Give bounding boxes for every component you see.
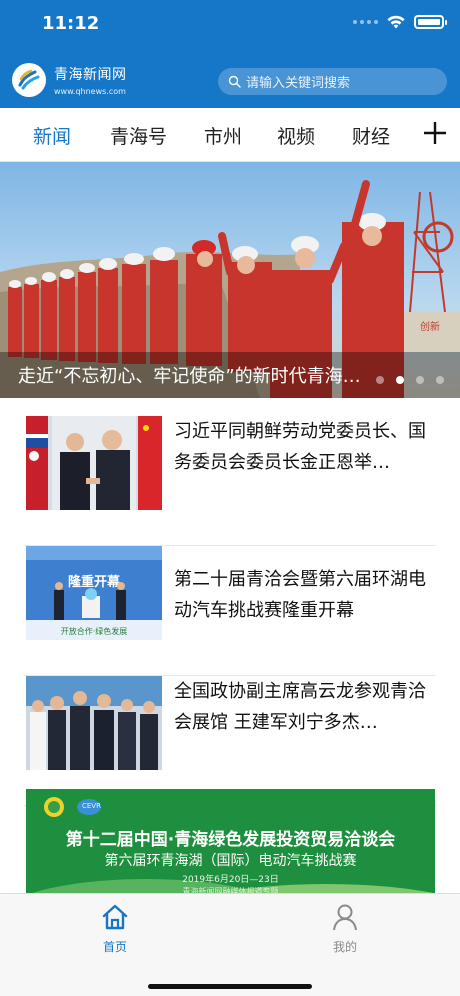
pager-dot[interactable] (416, 376, 424, 384)
news-title: 第二十届青洽会暨第六届环湖电动汽车挑战赛隆重开幕 (174, 569, 426, 621)
tab-qinghai-hao[interactable]: 青海号 (110, 122, 167, 149)
wifi-icon (387, 15, 405, 29)
tab-cities[interactable]: 市州 (204, 122, 242, 149)
screen: 11:12 青海新闻网 www.qhnews.com 请输入关键词搜索 新闻 青… (0, 0, 460, 996)
news-image (26, 676, 162, 770)
banner-pager (376, 376, 444, 384)
news-item[interactable]: 全国政协副主席高云龙参观青洽会展馆 王建军刘宁多杰… (24, 676, 436, 806)
brand: 青海新闻网 www.qhnews.com (54, 64, 127, 96)
home-indicator (148, 984, 312, 989)
nav-home-label: 首页 (102, 940, 127, 954)
search-placeholder: 请输入关键词搜索 (246, 76, 351, 91)
news-image: 隆重开幕 开放合作·绿色发展 (26, 546, 162, 640)
banner-sign-text: 创新 (420, 320, 440, 333)
nav-home[interactable]: 首页 (75, 902, 155, 955)
nav-mine-label: 我的 (332, 940, 357, 954)
promo-title: 第十二届中国·青海绿色发展投资贸易洽谈会 (65, 830, 396, 850)
brand-url: www.qhnews.com (54, 87, 126, 96)
brand-name: 青海新闻网 (54, 67, 127, 83)
news-thumbnail (26, 416, 162, 510)
pager-dot[interactable] (436, 376, 444, 384)
news-item[interactable]: 隆重开幕 开放合作·绿色发展 第二十届青洽会暨第六届环湖电动汽车挑战赛隆重开幕 (24, 546, 436, 676)
battery-icon (414, 15, 447, 29)
signal-icon (353, 20, 378, 24)
news-image (26, 416, 162, 510)
news-thumb-text: 隆重开幕 (68, 574, 121, 590)
tab-news[interactable]: 新闻 (33, 122, 71, 149)
nav-mine[interactable]: 我的 (305, 902, 385, 955)
status-icons (353, 14, 447, 30)
news-thumb-bottom-text: 开放合作·绿色发展 (61, 626, 128, 636)
promo-date: 2019年6月20日—23日 (182, 875, 279, 885)
app-header: 11:12 青海新闻网 www.qhnews.com 请输入关键词搜索 (0, 0, 460, 108)
home-icon (102, 904, 128, 930)
promo-logo-text: CEVR (82, 802, 101, 810)
tab-video[interactable]: 视频 (277, 122, 315, 149)
news-thumbnail: 隆重开幕 开放合作·绿色发展 (26, 546, 162, 640)
brand-logo[interactable] (12, 63, 46, 97)
banner-caption: 走近“不忘初心、牢记使命”的新时代青海… (18, 366, 361, 387)
pager-dot-active[interactable] (396, 376, 404, 384)
status-time: 11:12 (42, 13, 100, 34)
add-channel-icon[interactable] (422, 118, 448, 148)
pager-dot[interactable] (376, 376, 384, 384)
news-title: 全国政协副主席高云龙参观青洽会展馆 王建军刘宁多杰… (174, 681, 426, 733)
banner-carousel[interactable]: 创新 走近“不忘初心、牢记使命”的新时代青海… (0, 162, 460, 398)
promo-subtitle: 第六届环青海湖（国际）电动汽车挑战赛 (104, 853, 357, 869)
user-icon (333, 904, 357, 931)
category-tabs: 新闻 青海号 市州 视频 财经 (0, 108, 460, 162)
tab-finance[interactable]: 财经 (352, 122, 390, 149)
search-box[interactable]: 请输入关键词搜索 (218, 68, 447, 95)
promo-banner[interactable]: CEVR 第十二届中国·青海绿色发展投资贸易洽谈会 第六届环青海湖（国际）电动汽… (26, 789, 435, 899)
bottom-nav: 首页 我的 (0, 893, 460, 996)
news-thumbnail (26, 676, 162, 770)
news-item[interactable]: 习近平同朝鲜劳动党委员长、国务委员会委员长金正恩举… (24, 416, 436, 546)
search-icon (228, 75, 241, 88)
logo-icon (18, 69, 40, 90)
news-title: 习近平同朝鲜劳动党委员长、国务委员会委员长金正恩举… (174, 421, 426, 473)
